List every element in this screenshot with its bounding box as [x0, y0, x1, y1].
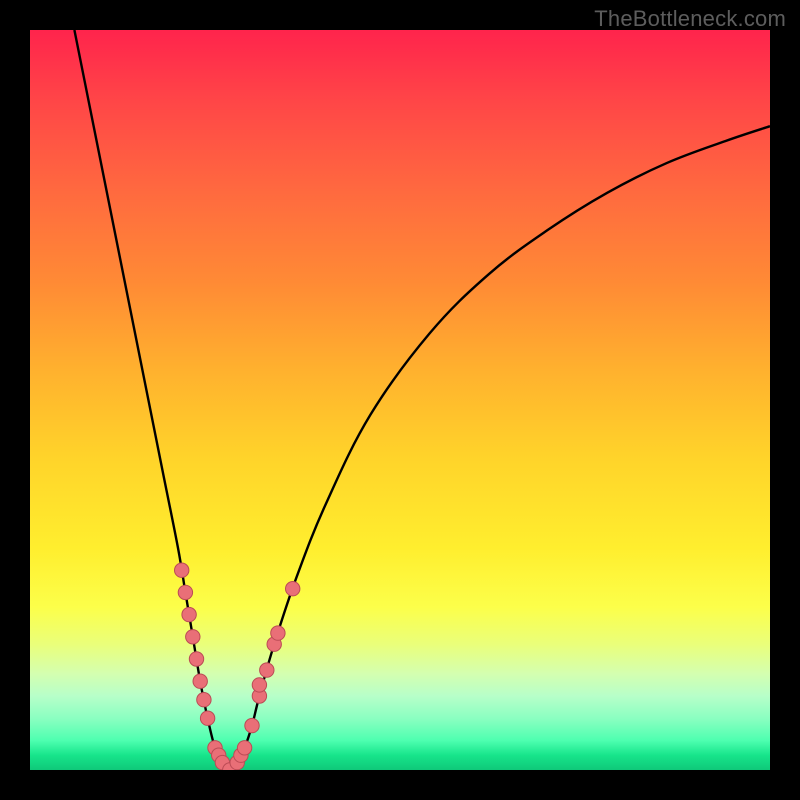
- data-dot: [286, 582, 300, 596]
- data-dot: [260, 663, 274, 677]
- data-dot: [252, 678, 266, 692]
- data-dot: [193, 674, 207, 688]
- plot-area: [30, 30, 770, 770]
- data-dot: [237, 741, 251, 755]
- data-dot: [178, 585, 192, 599]
- data-dot: [200, 711, 214, 725]
- data-dot: [186, 630, 200, 644]
- data-dot: [189, 652, 203, 666]
- chart-frame: TheBottleneck.com: [0, 0, 800, 800]
- curve-layer: [30, 30, 770, 770]
- data-dot: [271, 626, 285, 640]
- data-dot: [197, 693, 211, 707]
- data-dot: [175, 563, 189, 577]
- watermark-text: TheBottleneck.com: [594, 6, 786, 32]
- bottleneck-curve-left: [74, 30, 229, 770]
- scatter-dots: [175, 563, 300, 770]
- data-dot: [245, 718, 259, 732]
- bottleneck-curve-right: [230, 126, 770, 770]
- data-dot: [182, 607, 196, 621]
